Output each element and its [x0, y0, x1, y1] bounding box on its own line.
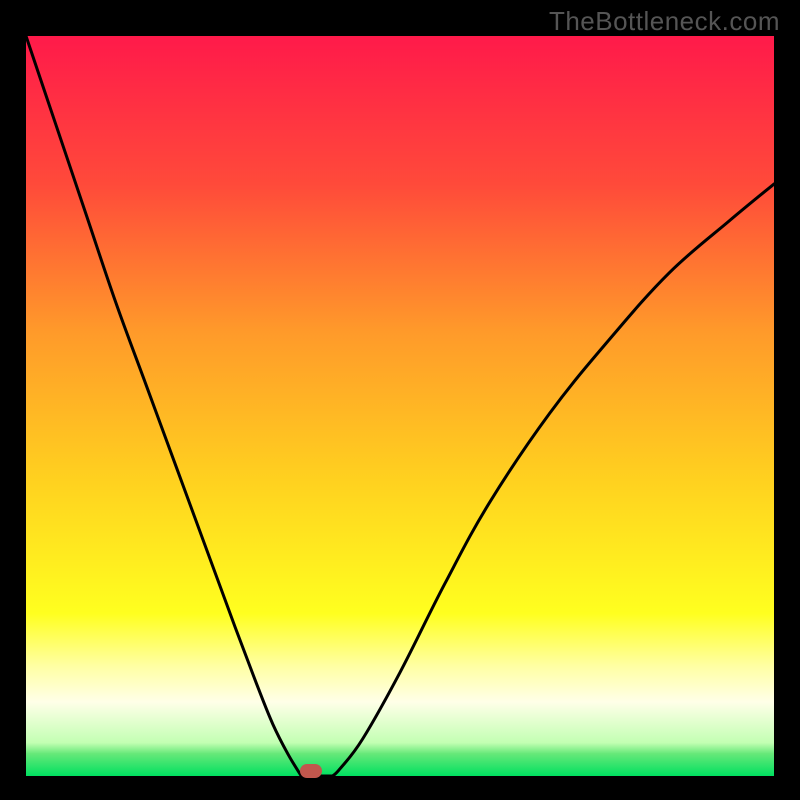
watermark-text: TheBottleneck.com	[549, 6, 780, 37]
chart-frame: TheBottleneck.com	[0, 0, 800, 800]
plot-area	[26, 36, 774, 776]
gradient-rect	[26, 36, 774, 776]
chart-svg	[26, 36, 774, 776]
optimal-marker	[300, 764, 322, 778]
